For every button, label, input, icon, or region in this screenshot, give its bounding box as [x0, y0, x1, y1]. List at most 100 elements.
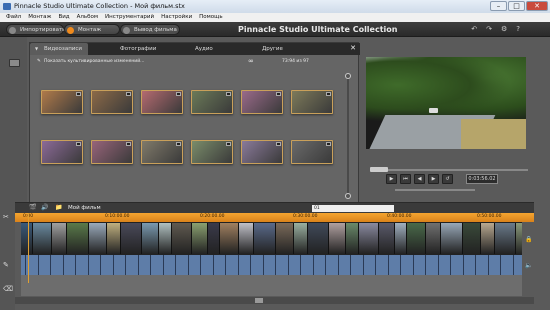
- video-clip[interactable]: [192, 223, 208, 254]
- menu-edit[interactable]: Монтаж: [28, 13, 51, 22]
- audio-split: [437, 255, 439, 275]
- settings-icon[interactable]: ⚙: [501, 25, 507, 33]
- video-clip[interactable]: [89, 223, 107, 254]
- timeline-ruler[interactable]: 0:00 0:10:00.00 0:20:00.00 0:30:00.00 0:…: [15, 213, 534, 222]
- media-thumbnail[interactable]: [91, 90, 133, 114]
- razor-icon[interactable]: ✂: [3, 213, 9, 221]
- video-clip[interactable]: [159, 223, 172, 254]
- video-clip[interactable]: [426, 223, 441, 254]
- tab-import[interactable]: Импортировать: [6, 24, 65, 35]
- timeline-scrollbar[interactable]: [15, 297, 534, 304]
- menu-help[interactable]: Помощь: [199, 13, 222, 22]
- video-clip[interactable]: [308, 223, 329, 254]
- audio-track[interactable]: [21, 255, 522, 275]
- close-button[interactable]: ✕: [526, 1, 548, 11]
- trash-icon[interactable]: ⌫: [3, 285, 13, 293]
- menu-view[interactable]: Вид: [58, 13, 69, 22]
- lock-icon[interactable]: 🔒: [525, 236, 532, 243]
- timecode-display[interactable]: 0:03:56.02: [466, 174, 498, 184]
- video-clip[interactable]: [254, 223, 276, 254]
- tab-audio[interactable]: Аудио: [195, 43, 213, 55]
- video-clip[interactable]: [346, 223, 359, 254]
- audio-split: [275, 255, 276, 275]
- tab-videos[interactable]: ▼ Видеозаписи: [30, 43, 88, 55]
- scroll-up-icon[interactable]: [345, 73, 351, 79]
- video-clip[interactable]: [329, 223, 346, 254]
- video-clip[interactable]: [294, 223, 308, 254]
- timeline-search-input[interactable]: 01: [312, 205, 394, 212]
- video-clip[interactable]: [220, 223, 239, 254]
- media-thumbnail[interactable]: [41, 140, 83, 164]
- video-clip[interactable]: [395, 223, 407, 254]
- tab-photos[interactable]: Фотографии: [120, 43, 156, 55]
- speaker-icon[interactable]: 🔊: [41, 204, 48, 211]
- video-clip[interactable]: [121, 223, 142, 254]
- empty-track[interactable]: [21, 275, 522, 296]
- preview-scrubber[interactable]: [370, 167, 528, 172]
- media-thumbnail[interactable]: [291, 90, 333, 114]
- go-start-icon[interactable]: ⏮: [400, 174, 411, 184]
- media-thumbnail[interactable]: [141, 90, 183, 114]
- media-thumbnail[interactable]: [91, 140, 133, 164]
- pen-icon[interactable]: ✎: [3, 261, 9, 269]
- media-thumbnail[interactable]: [41, 90, 83, 114]
- audio-split: [50, 255, 51, 275]
- media-thumbnail[interactable]: [141, 140, 183, 164]
- video-clip[interactable]: [33, 223, 52, 254]
- menu-settings[interactable]: Настройки: [161, 13, 192, 22]
- menu-file[interactable]: Файл: [6, 13, 21, 22]
- tab-output[interactable]: Вывод фильма: [120, 24, 180, 35]
- tab-edit[interactable]: Монтаж: [64, 24, 120, 35]
- audio-split: [337, 255, 339, 275]
- scene-text[interactable]: Показать культивированные изменений...: [44, 55, 144, 68]
- play-icon[interactable]: ▶: [386, 174, 397, 184]
- step-back-icon[interactable]: ◀: [414, 174, 425, 184]
- video-track[interactable]: [21, 222, 522, 255]
- media-thumbnail[interactable]: [291, 140, 333, 164]
- library-close-icon[interactable]: ✕: [350, 44, 356, 52]
- video-clip[interactable]: [142, 223, 159, 254]
- undo-icon[interactable]: ↶: [471, 25, 477, 33]
- video-clip[interactable]: [481, 223, 495, 254]
- step-forward-icon[interactable]: ▶: [428, 174, 439, 184]
- redo-icon[interactable]: ↷: [486, 25, 492, 33]
- help-icon[interactable]: ?: [516, 25, 520, 33]
- film-icon: 🎬: [29, 204, 37, 211]
- media-thumbnail[interactable]: [241, 140, 283, 164]
- view-toggle-icon[interactable]: ∞: [248, 55, 254, 68]
- media-thumbnail[interactable]: [191, 140, 233, 164]
- playhead[interactable]: [28, 213, 29, 283]
- video-clip[interactable]: [208, 223, 220, 254]
- video-clip[interactable]: [441, 223, 463, 254]
- video-preview[interactable]: [366, 57, 526, 149]
- video-clip[interactable]: [359, 223, 379, 254]
- video-clip[interactable]: [276, 223, 294, 254]
- video-clip[interactable]: [107, 223, 121, 254]
- video-clip[interactable]: [239, 223, 254, 254]
- minimize-button[interactable]: –: [490, 1, 507, 11]
- tab-other[interactable]: Другие: [262, 43, 283, 55]
- maximize-button[interactable]: □: [508, 1, 525, 11]
- scroll-down-icon[interactable]: [345, 193, 351, 199]
- volume-slider[interactable]: [395, 189, 475, 191]
- mute-icon[interactable]: 🔈: [525, 262, 532, 269]
- video-clip[interactable]: [379, 223, 395, 254]
- loop-icon[interactable]: ↺: [442, 174, 453, 184]
- video-clip[interactable]: [495, 223, 516, 254]
- video-clip[interactable]: [52, 223, 67, 254]
- album-toggle-icon[interactable]: [9, 59, 20, 67]
- video-clip[interactable]: [172, 223, 192, 254]
- video-clip[interactable]: [407, 223, 426, 254]
- video-clip[interactable]: [67, 223, 89, 254]
- folder-icon[interactable]: 📁: [55, 204, 62, 211]
- scrubber-handle[interactable]: [370, 167, 388, 172]
- video-clip[interactable]: [463, 223, 481, 254]
- media-thumbnail[interactable]: [241, 90, 283, 114]
- scrollbar-thumb[interactable]: [255, 298, 263, 303]
- media-thumbnail[interactable]: [191, 90, 233, 114]
- video-clip[interactable]: [21, 223, 33, 254]
- thumbnail-badge-icon: [126, 142, 131, 146]
- menu-album[interactable]: Альбом: [77, 13, 98, 22]
- menu-tools[interactable]: Инструментарий: [105, 13, 154, 22]
- library-scrollbar[interactable]: [345, 73, 351, 199]
